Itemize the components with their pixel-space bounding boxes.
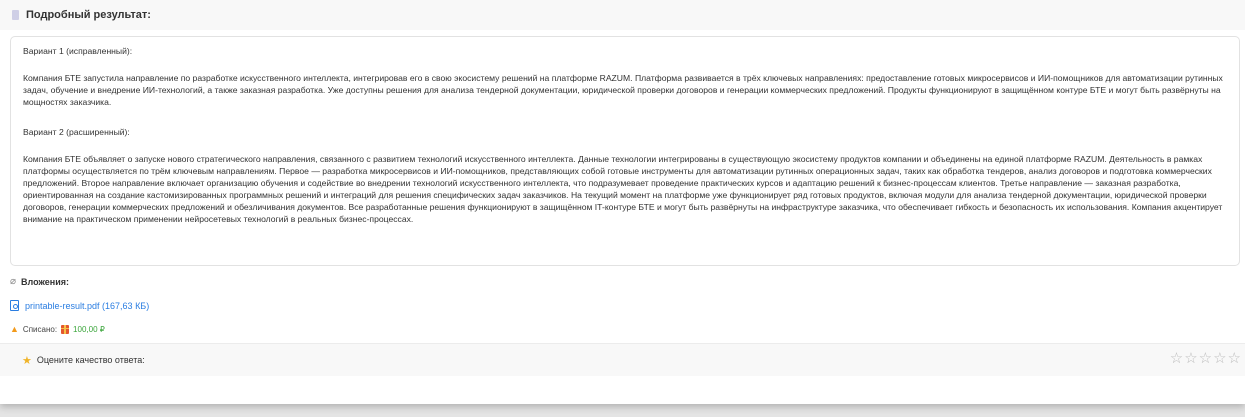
rating-bar: ★ Оцените качество ответа: ☆ ☆ ☆ ☆ ☆: [0, 343, 1245, 376]
billing-info: ▲ Списано: 100,00 ₽: [10, 324, 105, 334]
variant-1-text: Компания БТЕ запустила направление по ра…: [23, 73, 1223, 107]
rating-star-3[interactable]: ☆: [1199, 351, 1212, 367]
rating-star-2[interactable]: ☆: [1184, 351, 1197, 367]
result-content-box: Вариант 1 (исправленный): Компания БТЕ з…: [10, 36, 1240, 266]
billing-amount: 100,00 ₽: [73, 324, 105, 334]
attachments-heading: ⌀ Вложения:: [10, 276, 69, 287]
gift-icon: [61, 324, 70, 334]
result-title: Подробный результат:: [26, 9, 151, 21]
attachments-label: Вложения:: [21, 276, 69, 287]
result-header: Подробный результат:: [0, 0, 1245, 30]
rating-label: Оцените качество ответа:: [36, 355, 145, 365]
document-icon: [12, 10, 19, 20]
star-icon: ★: [22, 354, 32, 367]
paperclip-icon: ⌀: [10, 276, 17, 287]
rating-star-1[interactable]: ☆: [1170, 351, 1183, 367]
variant-1-title: Вариант 1 (исправленный):: [23, 46, 133, 56]
coin-icon: ▲: [10, 324, 19, 334]
pdf-file-icon: [10, 300, 19, 311]
rating-stars: ☆ ☆ ☆ ☆ ☆: [1169, 351, 1241, 367]
billing-label: Списано:: [22, 324, 58, 334]
rating-star-4[interactable]: ☆: [1213, 351, 1226, 367]
variant-2-text: Компания БТЕ объявляет о запуске нового …: [23, 154, 1223, 224]
result-panel: Подробный результат: Вариант 1 (исправле…: [0, 0, 1245, 404]
variant-2-title: Вариант 2 (расширенный):: [23, 127, 130, 137]
rating-star-5[interactable]: ☆: [1228, 351, 1241, 367]
attachment-file[interactable]: printable-result.pdf (167,63 КБ): [10, 300, 149, 311]
attachment-file-link[interactable]: printable-result.pdf (167,63 КБ): [25, 301, 149, 311]
